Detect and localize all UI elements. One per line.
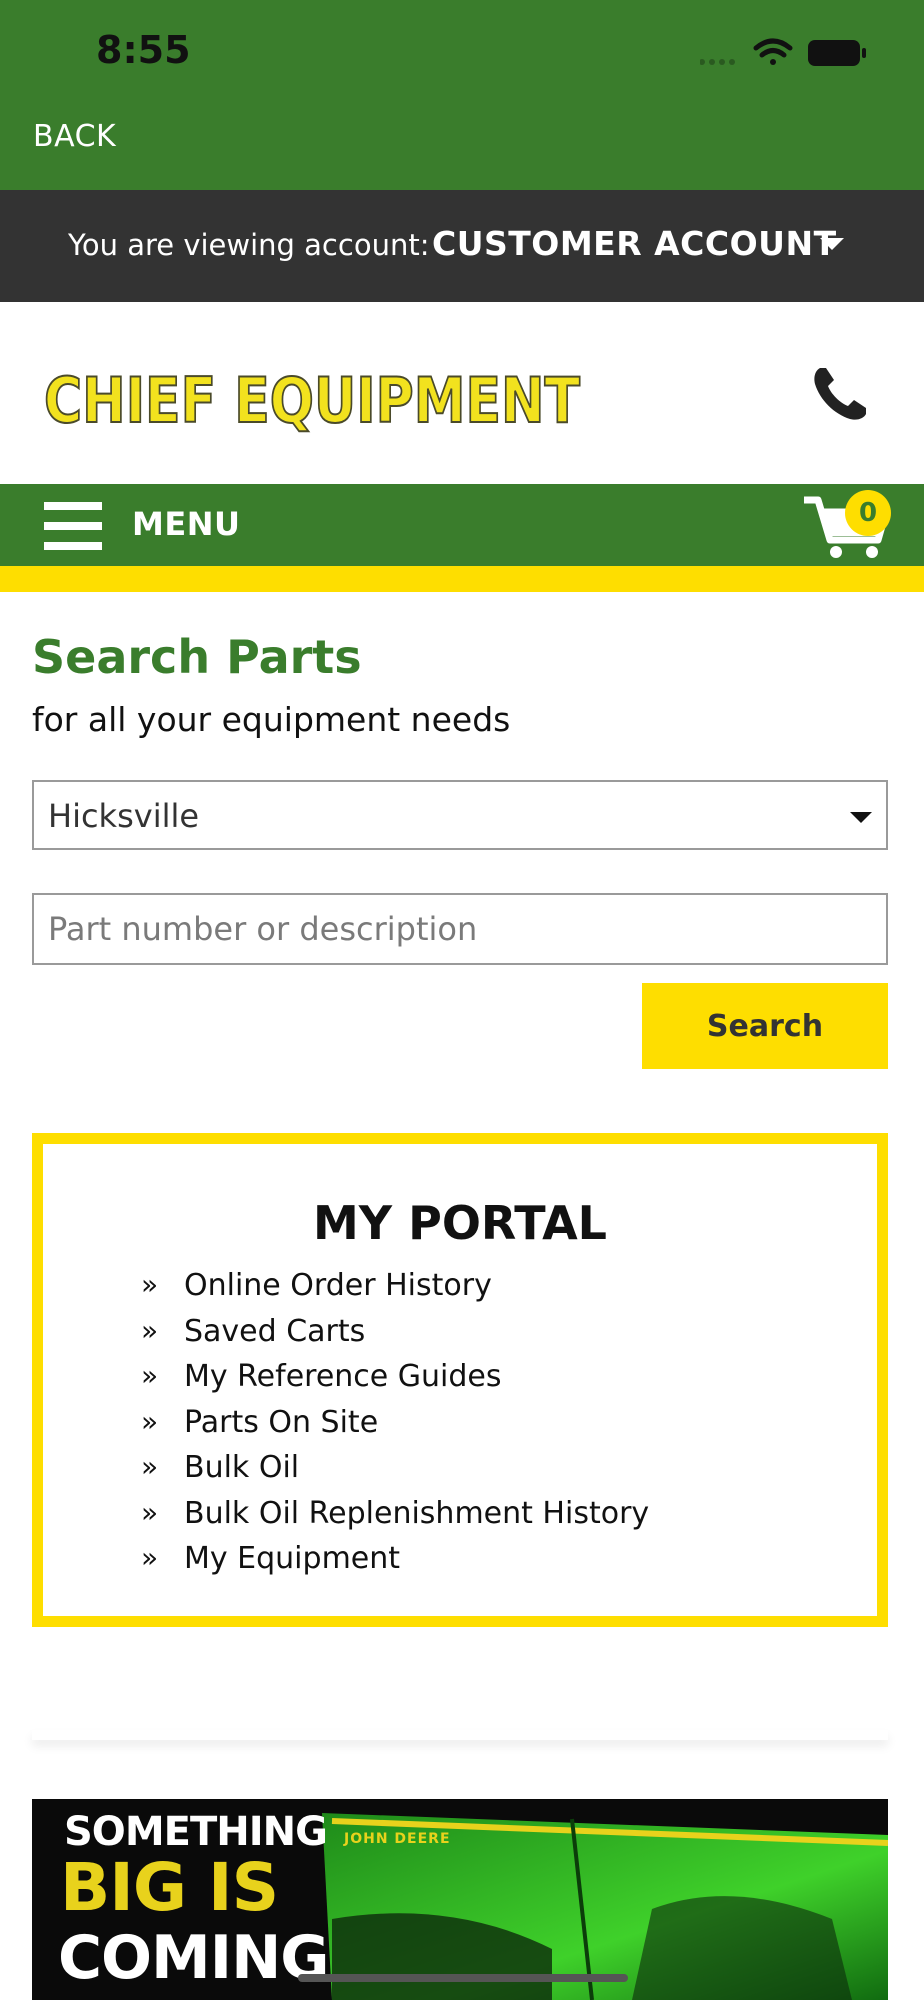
bullet-icon: » [141,1495,159,1529]
signal-icon [700,59,735,65]
banner-line-3: COMING [58,1923,330,1993]
promo-banner[interactable]: SOMETHING BIG IS COMING JOHN DEERE [32,1799,888,2000]
logo-text: CHIEF EQUIPMENT [44,364,580,436]
menu-button[interactable]: MENU [132,505,240,543]
search-subtitle: for all your equipment needs [32,700,511,739]
location-value: Hicksville [48,797,200,835]
caret-down-icon [850,812,872,823]
back-bar: BACK [0,105,924,190]
portal-link-bulk-oil-replenishment[interactable]: Bulk Oil Replenishment History [184,1496,649,1531]
search-button[interactable]: Search [642,983,888,1069]
portal-link-bulk-oil[interactable]: Bulk Oil [184,1450,299,1485]
bullet-icon: » [141,1541,159,1574]
portal-link-reference-guides[interactable]: My Reference Guides [184,1359,502,1394]
portal-link-my-equipment[interactable]: My Equipment [184,1541,400,1576]
account-label: You are viewing account: [68,228,430,262]
home-indicator[interactable] [298,1974,628,1982]
status-icons [700,38,866,66]
hamburger-icon[interactable] [44,502,102,550]
bullet-icon: » [141,1404,159,1438]
banner-line-2: BIG IS [60,1849,279,1926]
status-time: 8:55 [96,28,191,72]
bullet-icon: » [141,1359,159,1392]
portal-link-saved-carts[interactable]: Saved Carts [184,1314,365,1349]
account-value[interactable]: CUSTOMER ACCOUNT [432,224,837,263]
banner-brand: JOHN DEERE [344,1831,451,1847]
portal-link-online-order-history[interactable]: Online Order History [184,1268,492,1303]
chevron-down-icon[interactable] [820,238,844,250]
account-selector[interactable]: You are viewing account: CUSTOMER ACCOUN… [0,190,924,302]
nav-bar: MENU [0,484,924,566]
bullet-icon: » [141,1313,159,1347]
phone-icon[interactable] [810,364,870,424]
section-divider [32,1730,888,1740]
company-logo[interactable]: CHIEF EQUIPMENT [40,350,585,436]
back-button[interactable]: BACK [33,119,116,154]
logo-area: CHIEF EQUIPMENT [0,302,924,484]
bullet-icon: » [141,1268,159,1301]
header-accent-strip [0,566,924,592]
my-portal-panel: MY PORTAL » Online Order History » Saved… [32,1133,888,1627]
search-title: Search Parts [32,630,362,684]
portal-link-parts-on-site[interactable]: Parts On Site [184,1405,378,1440]
battery-icon [808,40,866,66]
location-select[interactable]: Hicksville [32,780,888,850]
wifi-icon [753,38,793,65]
status-bar: 8:55 [0,0,924,105]
part-search-input[interactable] [32,893,888,965]
cart-count-badge[interactable]: 0 [845,490,891,536]
bullet-icon: » [141,1450,159,1483]
portal-title: MY PORTAL [313,1196,607,1250]
